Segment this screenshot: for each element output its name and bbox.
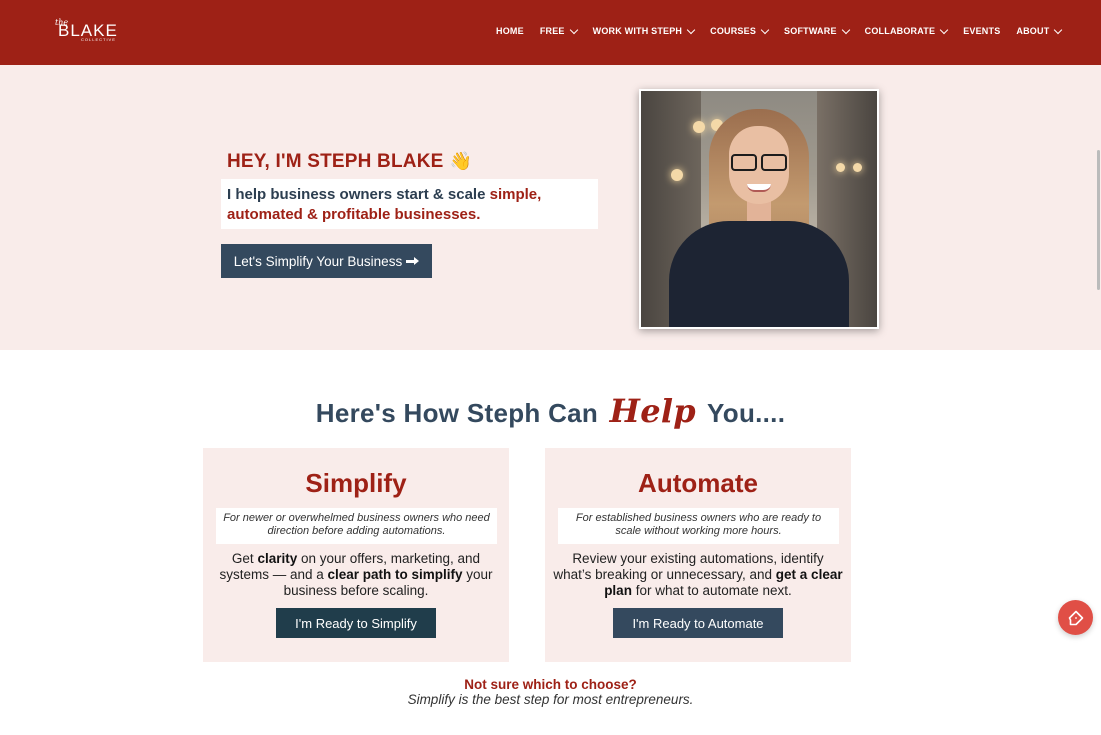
simplify-business-button[interactable]: Let's Simplify Your Business xyxy=(221,244,432,278)
nav-label: SOFTWARE xyxy=(784,26,837,36)
hero-title: HEY, I'M STEPH BLAKE 👋 xyxy=(227,151,472,173)
nav-item-free[interactable]: FREE xyxy=(539,24,578,38)
section-title-script: Help xyxy=(609,392,696,430)
portrait-photo xyxy=(641,91,877,327)
section-title-after: You.... xyxy=(707,398,786,428)
bokeh-light xyxy=(836,163,845,172)
ready-to-automate-button[interactable]: I'm Ready to Automate xyxy=(613,608,783,638)
nav-item-collaborate[interactable]: COLLABORATE xyxy=(864,24,949,38)
card-body-text: Get xyxy=(231,551,258,566)
chevron-down-icon xyxy=(686,25,696,34)
automate-card: Automate For established business owners… xyxy=(545,448,851,662)
photo-body xyxy=(669,221,849,327)
nav-item-about[interactable]: ABOUT xyxy=(1016,24,1063,38)
nav-label: ABOUT xyxy=(1016,26,1050,36)
nav-item-software[interactable]: SOFTWARE xyxy=(784,24,850,38)
card-body-bold: clear path to simplify xyxy=(327,567,463,582)
main-nav: HOME FREE WORK WITH STEPH COURSES SOFTWA… xyxy=(496,24,1077,38)
not-sure-heading: Not sure which to choose? xyxy=(464,677,637,692)
nav-item-home[interactable]: HOME xyxy=(496,24,524,38)
nav-item-work-with-steph[interactable]: WORK WITH STEPH xyxy=(592,24,696,38)
nav-label: EVENTS xyxy=(963,26,1001,36)
nav-item-events[interactable]: EVENTS xyxy=(963,24,1000,38)
card-note: For established business owners who are … xyxy=(558,508,839,544)
section-title: Here's How Steph Can Help You.... xyxy=(0,392,1101,430)
chevron-down-icon xyxy=(841,25,850,34)
nav-item-courses[interactable]: COURSES xyxy=(710,24,770,38)
card-body-bold: clarity xyxy=(257,551,298,566)
steph-portrait xyxy=(639,89,879,329)
chevron-down-icon xyxy=(1054,25,1063,34)
photo-glasses xyxy=(731,154,787,171)
bokeh-light xyxy=(853,163,862,172)
nav-label: HOME xyxy=(496,26,524,36)
nav-label: WORK WITH STEPH xyxy=(592,26,683,36)
wave-icon: 👋 xyxy=(449,151,473,171)
nav-label: FREE xyxy=(539,26,565,36)
recommendation-text: Simplify is the best step for most entre… xyxy=(407,692,694,707)
section-title-before: Here's How Steph Can xyxy=(315,398,599,428)
arrow-right-icon xyxy=(406,257,420,265)
card-body: Review your existing automations, identi… xyxy=(553,551,843,599)
card-note: For newer or overwhelmed business owners… xyxy=(216,508,497,544)
scrollbar-thumb[interactable] xyxy=(1097,150,1100,290)
hero-subtitle-box: I help business owners start & scale sim… xyxy=(221,179,598,229)
bokeh-light xyxy=(693,121,705,133)
chevron-down-icon xyxy=(939,25,949,34)
ready-to-simplify-button[interactable]: I'm Ready to Simplify xyxy=(276,608,436,638)
card-body-text: for what to automate next. xyxy=(631,583,792,598)
bokeh-light xyxy=(671,169,683,181)
hero-subtitle-plain: I help business owners start & scale xyxy=(227,186,490,203)
site-logo[interactable]: the BLAKE COLLECTIVE xyxy=(55,18,121,46)
hero-subtitle: I help business owners start & scale sim… xyxy=(227,185,592,225)
chat-button[interactable] xyxy=(1058,600,1093,635)
nav-label: COLLABORATE xyxy=(864,26,936,36)
cta-label: Let's Simplify Your Business xyxy=(233,253,403,269)
card-body: Get clarity on your offers, marketing, a… xyxy=(211,551,501,599)
site-header: the BLAKE COLLECTIVE HOME FREE WORK WITH… xyxy=(0,0,1101,65)
card-title: Simplify xyxy=(305,468,407,498)
chat-bubble-icon xyxy=(1068,610,1083,625)
hero-title-text: HEY, I'M STEPH BLAKE xyxy=(227,151,444,172)
card-title: Automate xyxy=(638,468,758,498)
nav-label: COURSES xyxy=(710,26,757,36)
page-scrollbar[interactable] xyxy=(1097,0,1101,735)
logo-sub: COLLECTIVE xyxy=(81,37,116,42)
simplify-card: Simplify For newer or overwhelmed busine… xyxy=(203,448,509,662)
chevron-down-icon xyxy=(569,25,578,34)
chevron-down-icon xyxy=(760,25,770,34)
